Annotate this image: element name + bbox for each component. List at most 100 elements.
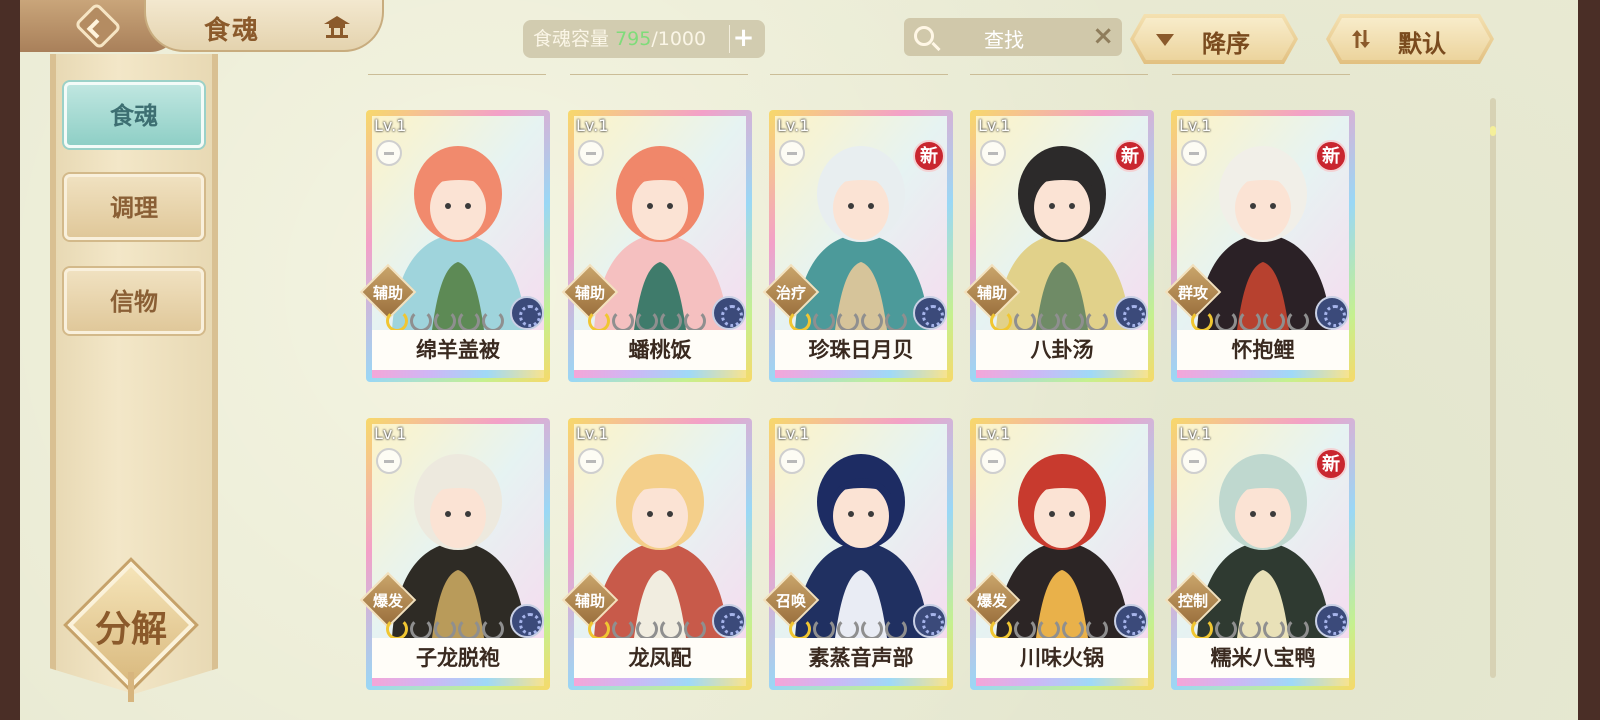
bowl-icon — [779, 140, 805, 166]
sidebar-item-conditioning[interactable]: 调理 — [64, 174, 204, 240]
game-screen: 食魂 食魂容量 795/1000 + 查找 × 降序 默认 食魂 调理 信物 分… — [20, 0, 1578, 720]
food-soul-card[interactable]: Lv.1 新 群攻 怀抱鲤 — [1164, 110, 1355, 382]
food-soul-card[interactable]: Lv.1 新 辅助 八卦汤 — [963, 110, 1154, 382]
capacity-display: 食魂容量 795/1000 + — [523, 20, 765, 58]
role-label: 爆发 — [976, 592, 1007, 610]
food-soul-card[interactable]: Lv.1 爆发 川味火锅 — [963, 418, 1154, 690]
card-name: 糯米八宝鸭 — [1177, 638, 1349, 678]
food-soul-card[interactable]: Lv.1 新 控制 糯米八宝鸭 — [1164, 418, 1355, 690]
star-icon — [1062, 618, 1084, 640]
level-label: Lv.1 — [777, 116, 810, 135]
star-icon — [789, 618, 811, 640]
star-rating — [386, 618, 504, 640]
role-label: 辅助 — [574, 592, 605, 610]
card-footer — [775, 678, 947, 686]
level-label: Lv.1 — [978, 424, 1011, 443]
level-label: Lv.1 — [374, 424, 407, 443]
star-icon — [1215, 618, 1237, 640]
new-badge: 新 — [1315, 448, 1347, 480]
search-input[interactable]: 查找 — [984, 24, 1024, 53]
star-icon — [1038, 310, 1060, 332]
rarity-emblem-icon — [510, 604, 544, 638]
star-icon — [813, 310, 835, 332]
star-icon — [482, 310, 504, 332]
new-badge: 新 — [1315, 140, 1347, 172]
card-name: 绵羊盖被 — [372, 330, 544, 370]
level-label: Lv.1 — [1179, 116, 1212, 135]
sidebar-item-label: 调理 — [110, 193, 158, 222]
scrollbar-thumb[interactable] — [1490, 126, 1496, 136]
card-footer — [372, 678, 544, 686]
role-label: 辅助 — [574, 284, 605, 302]
bowl-icon — [779, 448, 805, 474]
card-name: 八卦汤 — [976, 330, 1148, 370]
star-rating — [990, 310, 1108, 332]
star-icon — [1191, 310, 1213, 332]
star-rating — [789, 310, 907, 332]
food-soul-card[interactable]: Lv.1 召唤 素蒸音声部 — [762, 418, 953, 690]
divider — [970, 74, 1148, 75]
sidebar-item-tokens[interactable]: 信物 — [64, 268, 204, 334]
level-label: Lv.1 — [978, 116, 1011, 135]
food-soul-card[interactable]: Lv.1 辅助 绵羊盖被 — [359, 110, 550, 382]
food-soul-card[interactable]: Lv.1 新 治疗 珍珠日月贝 — [762, 110, 953, 382]
star-icon — [660, 618, 682, 640]
rarity-emblem-icon — [1114, 296, 1148, 330]
star-rating — [588, 310, 706, 332]
card-footer — [976, 370, 1148, 378]
star-icon — [1287, 310, 1309, 332]
card-footer — [1177, 370, 1349, 378]
bowl-icon — [980, 448, 1006, 474]
star-icon — [837, 310, 859, 332]
add-capacity-button[interactable]: + — [729, 25, 757, 53]
star-icon — [1038, 618, 1060, 640]
star-icon — [1263, 310, 1285, 332]
star-icon — [1263, 618, 1285, 640]
star-icon — [885, 310, 907, 332]
star-icon — [434, 618, 456, 640]
food-soul-card[interactable]: Lv.1 辅助 蟠桃饭 — [561, 110, 752, 382]
star-icon — [386, 618, 408, 640]
star-icon — [1239, 618, 1261, 640]
role-label: 控制 — [1177, 592, 1208, 610]
role-label: 群攻 — [1177, 284, 1208, 302]
role-label: 辅助 — [372, 284, 403, 302]
star-icon — [458, 310, 480, 332]
star-icon — [434, 310, 456, 332]
food-soul-card[interactable]: Lv.1 爆发 子龙脱袍 — [359, 418, 550, 690]
capacity-current: 795 — [615, 28, 652, 50]
divider — [770, 74, 948, 75]
star-icon — [482, 618, 504, 640]
level-label: Lv.1 — [576, 116, 609, 135]
star-rating — [990, 618, 1108, 640]
tassel-decoration — [128, 672, 134, 702]
clear-search-button[interactable]: × — [1092, 21, 1114, 51]
card-footer — [574, 370, 746, 378]
sidebar-item-label: 食魂 — [110, 101, 158, 130]
food-soul-card[interactable]: Lv.1 辅助 龙凤配 — [561, 418, 752, 690]
sort-order-button[interactable]: 降序 — [1130, 14, 1298, 64]
role-label: 爆发 — [372, 592, 403, 610]
capacity-label: 食魂容量 — [533, 28, 610, 50]
sort-mode-button[interactable]: 默认 — [1326, 14, 1494, 64]
sidebar-item-food-souls[interactable]: 食魂 — [64, 82, 204, 148]
star-icon — [1191, 618, 1213, 640]
divider — [1172, 74, 1350, 75]
star-icon — [612, 618, 634, 640]
rarity-emblem-icon — [712, 604, 746, 638]
star-icon — [789, 310, 811, 332]
star-icon — [410, 310, 432, 332]
card-name: 龙凤配 — [574, 638, 746, 678]
scrollbar[interactable] — [1490, 98, 1496, 678]
pavilion-icon — [324, 16, 350, 38]
star-rating — [386, 310, 504, 332]
rarity-emblem-icon — [1315, 604, 1349, 638]
star-icon — [660, 310, 682, 332]
star-icon — [813, 618, 835, 640]
star-icon — [885, 618, 907, 640]
star-icon — [612, 310, 634, 332]
star-icon — [458, 618, 480, 640]
card-footer — [372, 370, 544, 378]
rarity-emblem-icon — [1315, 296, 1349, 330]
search-box[interactable]: 查找 × — [904, 18, 1122, 56]
